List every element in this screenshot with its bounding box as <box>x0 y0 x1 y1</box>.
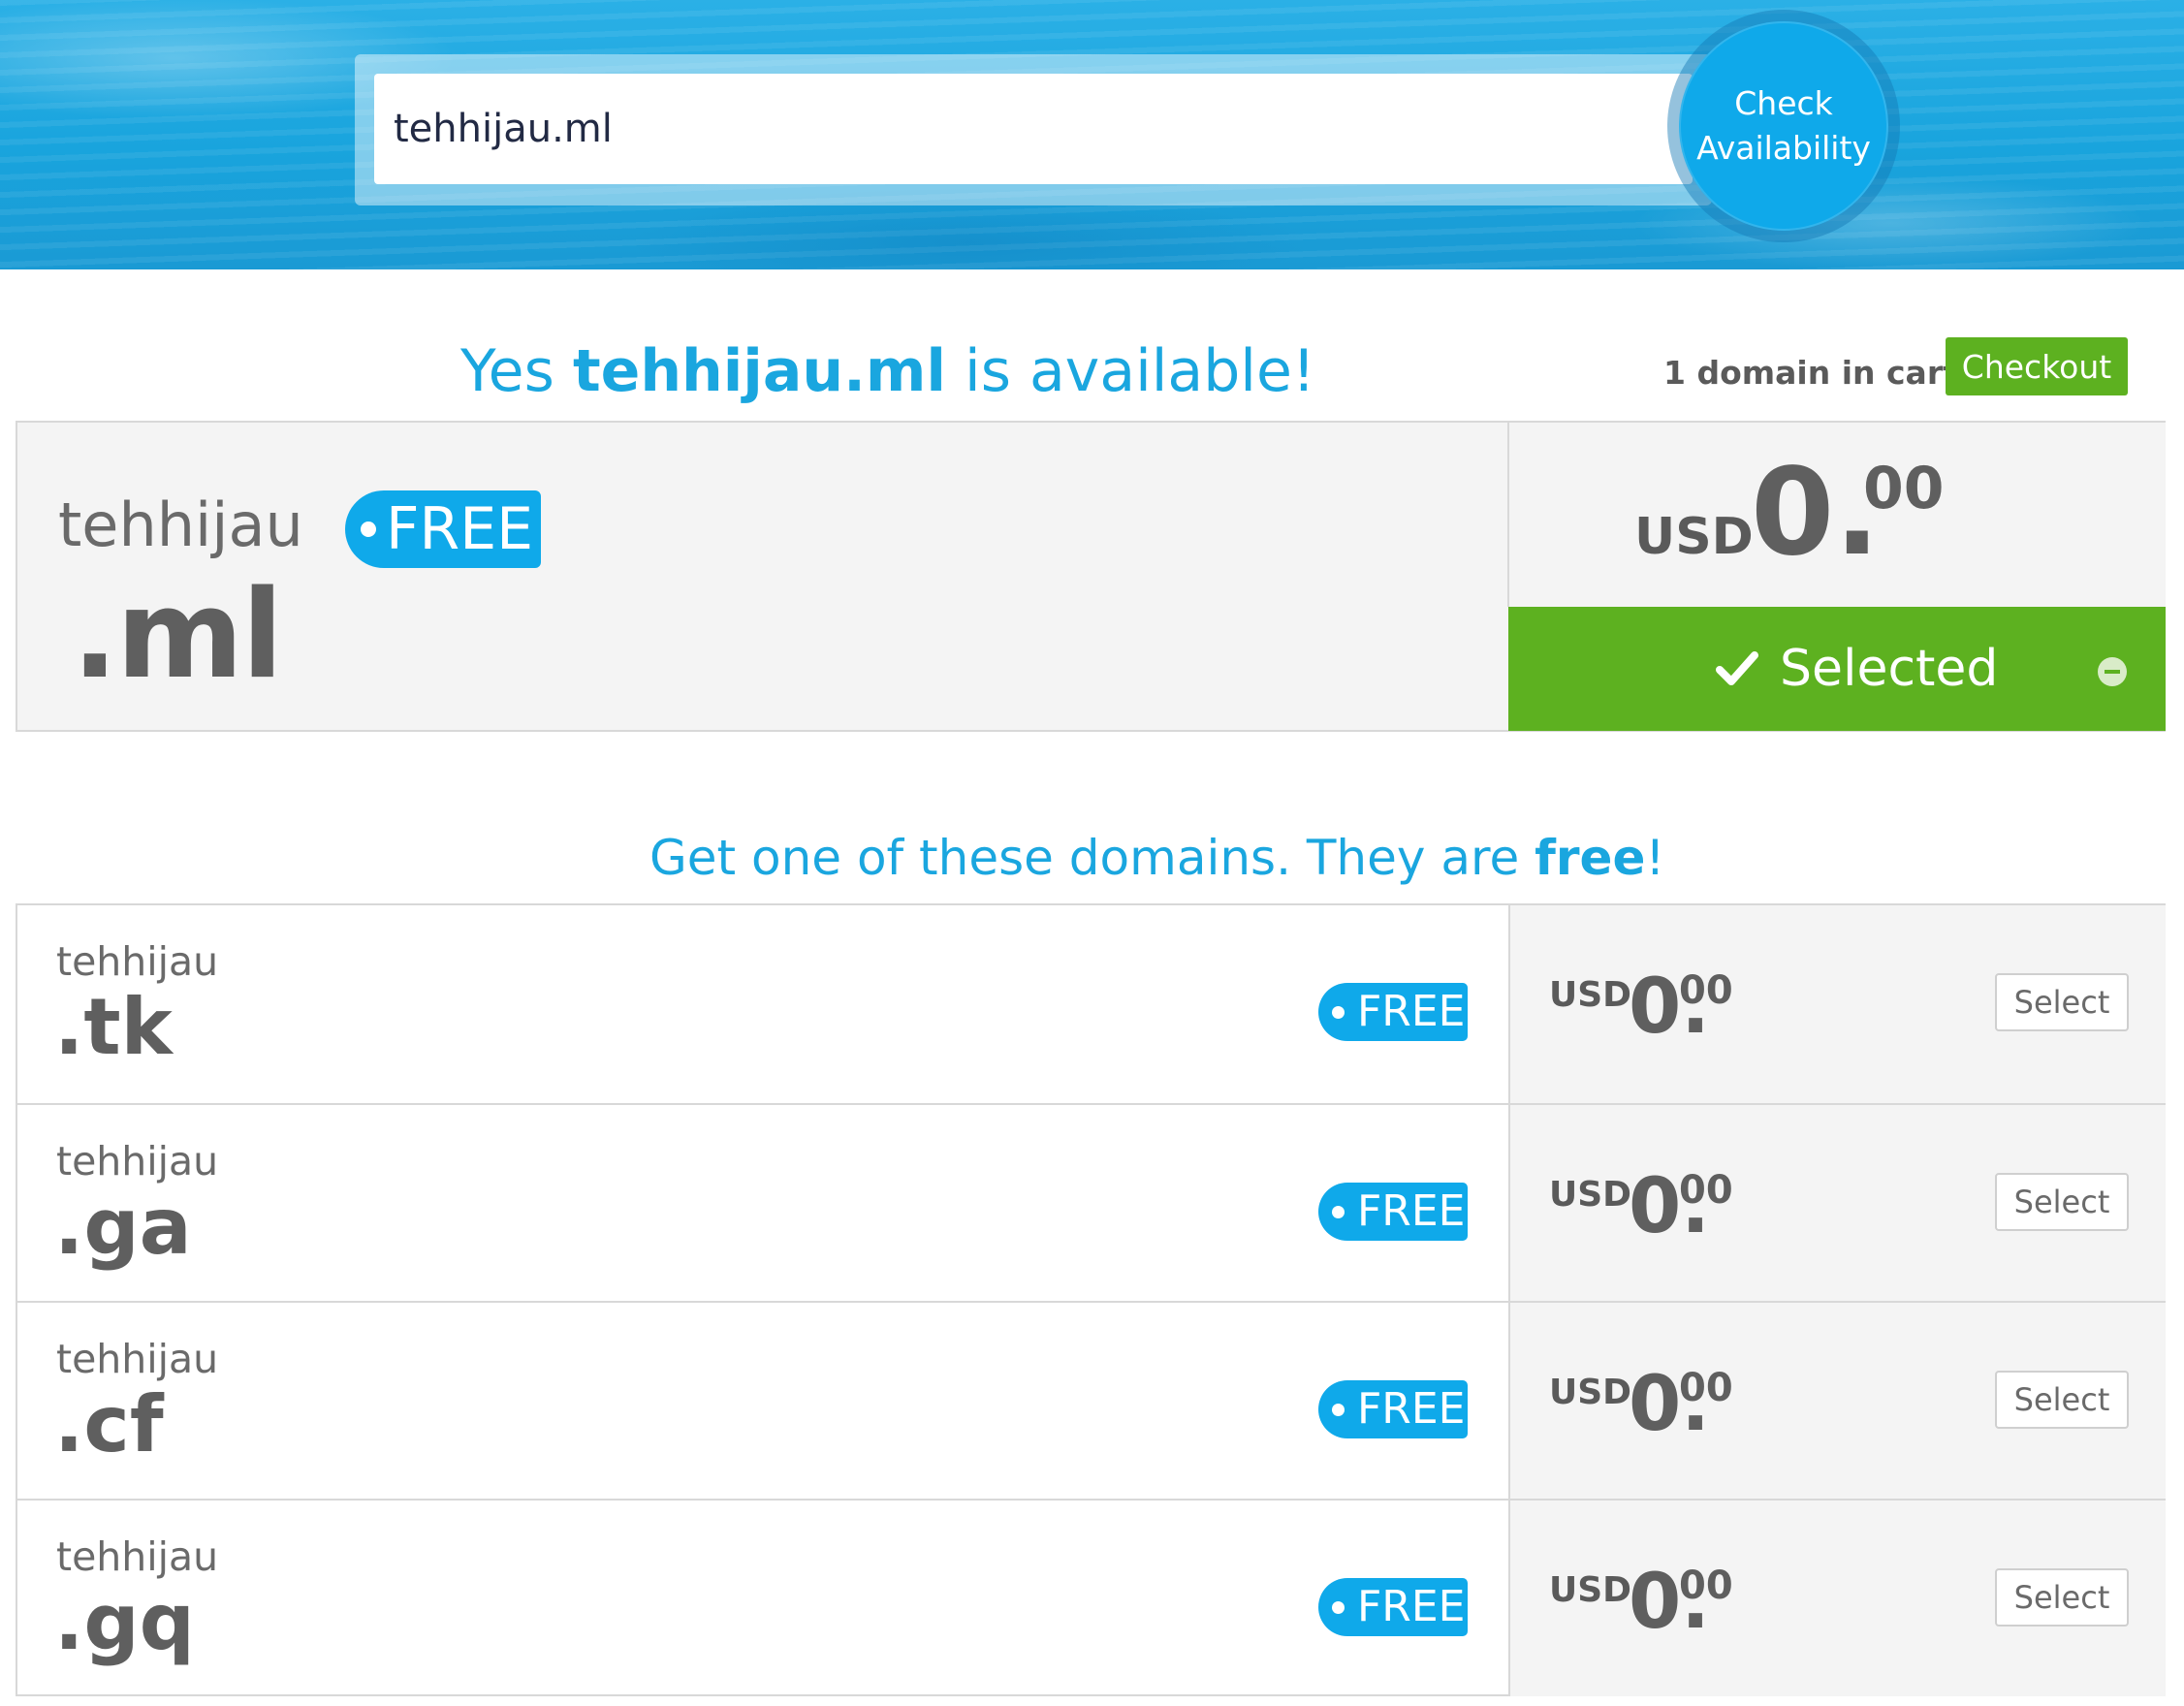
select-button[interactable]: Select <box>1995 1371 2129 1429</box>
minus-circle-icon[interactable] <box>2098 657 2127 686</box>
suggestion-row: tehhijau .gq FREE USD 0. 00 Select <box>17 1499 2166 1696</box>
select-button[interactable]: Select <box>1995 1173 2129 1231</box>
free-badge-label: FREE <box>1357 1186 1466 1236</box>
suggestion-name: tehhijau <box>56 1533 219 1580</box>
suggestion-name: tehhijau <box>56 938 219 985</box>
free-badge-label: FREE <box>1357 1582 1466 1631</box>
selected-price-decimal: 00 <box>1863 455 1945 522</box>
suggestion-row: tehhijau .ga FREE USD 0. 00 Select <box>17 1103 2166 1301</box>
suggestions-title-suffix: ! <box>1645 830 1665 886</box>
headline-domain: tehhijau.ml <box>572 337 946 405</box>
suggestions-title-prefix: Get one of these domains. They are <box>649 830 1535 886</box>
headline-suffix: is available! <box>945 337 1315 405</box>
checkout-button[interactable]: Checkout <box>1946 337 2128 395</box>
suggestion-price-decimal: 00 <box>1679 968 1733 1013</box>
checkmark-icon <box>1716 651 1758 685</box>
suggestion-row: tehhijau .cf FREE USD 0. 00 Select <box>17 1301 2166 1499</box>
suggestions-title-bold: free <box>1535 830 1646 886</box>
dot-icon <box>1332 1404 1345 1416</box>
cart-count: 1 domain in cart <box>1663 354 1958 392</box>
suggestion-price-decimal: 00 <box>1679 1366 1733 1410</box>
free-badge: FREE <box>1318 983 1468 1041</box>
check-availability-label-line1: Check <box>1734 84 1833 122</box>
suggestion-price-currency: USD <box>1549 1570 1632 1610</box>
selected-toggle-button[interactable]: Selected <box>1508 607 2166 731</box>
selected-domain-tld: .ml <box>72 563 283 706</box>
selected-domain-name: tehhijau <box>58 490 303 560</box>
free-badge-label: FREE <box>1357 987 1466 1036</box>
check-availability-label-line2: Availability <box>1696 129 1871 167</box>
suggestion-price-currency: USD <box>1549 1175 1632 1215</box>
suggestion-name: tehhijau <box>56 1336 219 1382</box>
free-badge: FREE <box>1318 1380 1468 1438</box>
suggestion-row: tehhijau .tk FREE USD 0. 00 Select <box>17 905 2166 1103</box>
suggestion-price-decimal: 00 <box>1679 1168 1733 1213</box>
suggestion-tld: .ga <box>54 1182 192 1272</box>
dot-icon <box>1332 1006 1345 1019</box>
suggestion-price-currency: USD <box>1549 1373 1632 1412</box>
selected-button-label: Selected <box>1780 640 1999 698</box>
suggestion-tld: .tk <box>54 982 173 1072</box>
suggestion-tld: .gq <box>54 1577 195 1667</box>
selected-free-badge: FREE <box>345 490 541 568</box>
check-availability-button[interactable]: Check Availability <box>1679 21 1888 231</box>
domain-search-input[interactable] <box>374 74 1693 184</box>
select-button[interactable]: Select <box>1995 973 2129 1031</box>
suggestion-price-decimal: 00 <box>1679 1564 1733 1608</box>
suggestion-price-currency: USD <box>1549 975 1632 1015</box>
free-badge: FREE <box>1318 1183 1468 1241</box>
selected-price-integer: 0. <box>1751 443 1881 583</box>
headline-prefix: Yes <box>460 337 573 405</box>
selected-free-badge-label: FREE <box>386 495 534 563</box>
free-badge: FREE <box>1318 1578 1468 1636</box>
dot-icon <box>1332 1206 1345 1218</box>
dot-icon <box>1332 1601 1345 1614</box>
suggestion-name: tehhijau <box>56 1138 219 1185</box>
dot-icon <box>361 521 376 537</box>
suggestion-tld: .cf <box>54 1379 164 1469</box>
free-badge-label: FREE <box>1357 1384 1466 1434</box>
select-button[interactable]: Select <box>1995 1568 2129 1627</box>
suggestions-list: tehhijau .tk FREE USD 0. 00 Select tehhi… <box>16 903 2166 1696</box>
selected-price-currency: USD <box>1634 508 1754 566</box>
